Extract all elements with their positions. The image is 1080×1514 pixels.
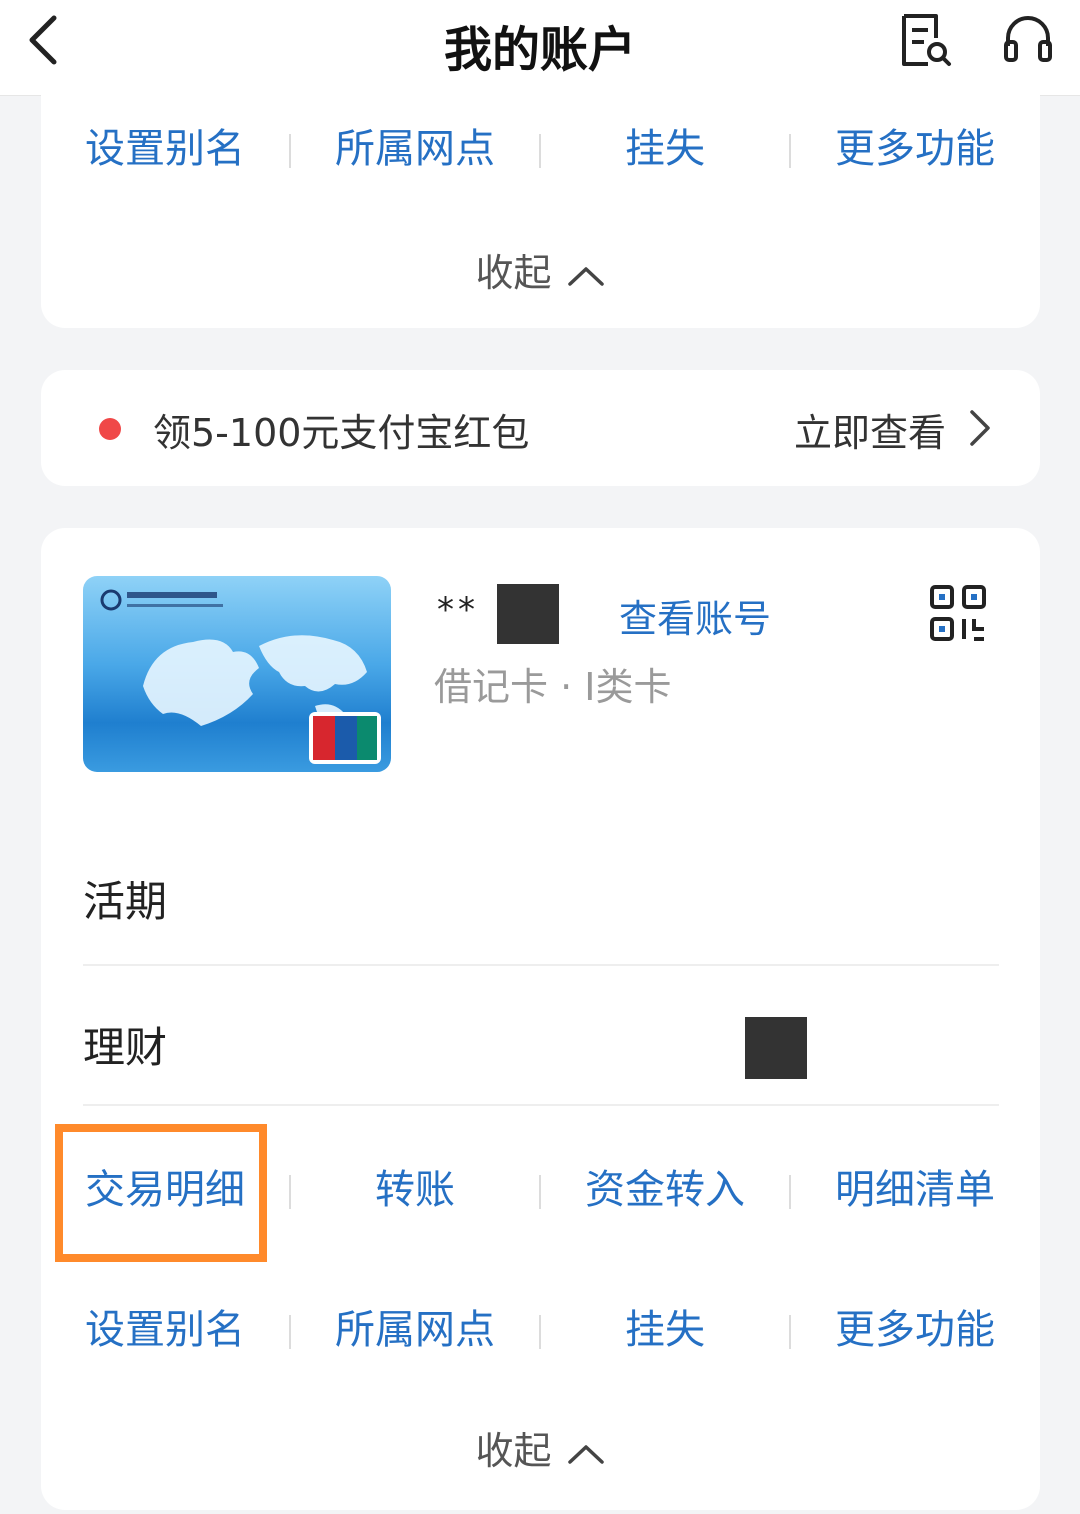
collapse-toggle[interactable]: 收起 <box>41 242 1040 297</box>
set-alias-button[interactable]: 设置别名 <box>41 114 289 184</box>
view-now-link[interactable]: 立即查看 <box>794 402 946 457</box>
chevron-right-icon <box>970 410 990 446</box>
report-loss-button[interactable]: 挂失 <box>541 1295 789 1365</box>
branch-button[interactable]: 所属网点 <box>291 114 539 184</box>
section-wealth-management[interactable]: 理财 <box>83 1014 167 1075</box>
promo-banner[interactable]: 领5-100元支付宝红包 立即查看 <box>41 370 1040 486</box>
collapse-label: 收起 <box>475 251 552 295</box>
card-type-label: 借记卡 · I类卡 <box>434 665 672 709</box>
statement-list-button[interactable]: 明细清单 <box>791 1155 1039 1225</box>
set-alias-button[interactable]: 设置别名 <box>41 1295 289 1365</box>
bill-search-icon[interactable] <box>898 12 954 68</box>
account-card-previous: 设置别名 所属网点 挂失 更多功能 收起 <box>41 74 1040 328</box>
more-functions-button[interactable]: 更多功能 <box>791 114 1039 184</box>
branch-button[interactable]: 所属网点 <box>291 1295 539 1365</box>
view-account-number-link[interactable]: 查看账号 <box>619 588 771 643</box>
redaction-block <box>497 584 559 644</box>
section-current-deposit[interactable]: 活期 <box>83 868 167 929</box>
chevron-up-icon <box>567 266 604 286</box>
account-holder-masked: ** <box>437 590 479 630</box>
headset-icon[interactable] <box>1000 12 1056 68</box>
bank-card-image <box>83 576 391 772</box>
fund-transfer-in-button[interactable]: 资金转入 <box>541 1155 789 1225</box>
secondary-action-row: 设置别名 所属网点 挂失 更多功能 <box>41 114 1040 184</box>
report-loss-button[interactable]: 挂失 <box>541 114 789 184</box>
promo-text: 领5-100元支付宝红包 <box>153 411 530 455</box>
divider <box>83 1104 999 1106</box>
transfer-button[interactable]: 转账 <box>291 1155 539 1225</box>
qr-code-icon[interactable] <box>929 584 987 642</box>
highlight-box <box>55 1124 267 1262</box>
collapse-label: 收起 <box>475 1429 552 1473</box>
account-card: ** 查看账号 借记卡 · I类卡 活期 理财 交易明细 转账 资金转入 明细清… <box>41 528 1040 1510</box>
chevron-up-icon <box>567 1444 604 1464</box>
redaction-block <box>745 1017 807 1079</box>
more-functions-button[interactable]: 更多功能 <box>791 1295 1039 1365</box>
secondary-action-row: 设置别名 所属网点 挂失 更多功能 <box>41 1295 1040 1365</box>
divider <box>83 964 999 966</box>
collapse-toggle[interactable]: 收起 <box>41 1420 1040 1475</box>
promo-dot <box>99 418 121 440</box>
